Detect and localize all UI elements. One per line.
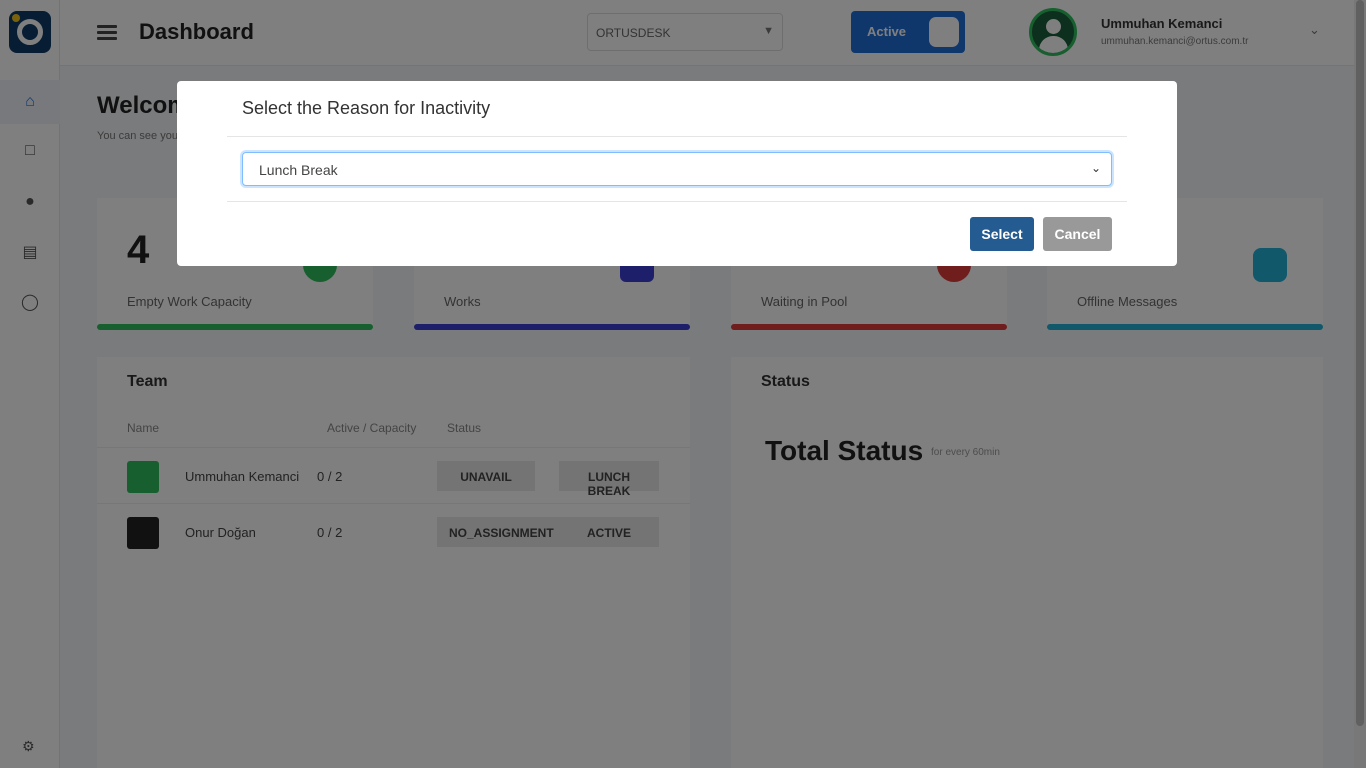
modal-footer-divider bbox=[227, 201, 1127, 202]
cancel-button[interactable]: Cancel bbox=[1043, 217, 1112, 251]
chevron-down-icon: ⌄ bbox=[1090, 161, 1101, 175]
modal-header-divider bbox=[227, 136, 1127, 137]
reason-select-value: Lunch Break bbox=[259, 162, 338, 178]
reason-select[interactable]: Lunch Break ⌄ bbox=[242, 152, 1112, 186]
modal-content: Select the Reason for Inactivity Lunch B… bbox=[227, 81, 1127, 266]
modal-title: Select the Reason for Inactivity bbox=[242, 98, 491, 118]
select-button[interactable]: Select bbox=[970, 217, 1034, 251]
inactivity-reason-modal: Select the Reason for Inactivity Lunch B… bbox=[177, 81, 1177, 266]
